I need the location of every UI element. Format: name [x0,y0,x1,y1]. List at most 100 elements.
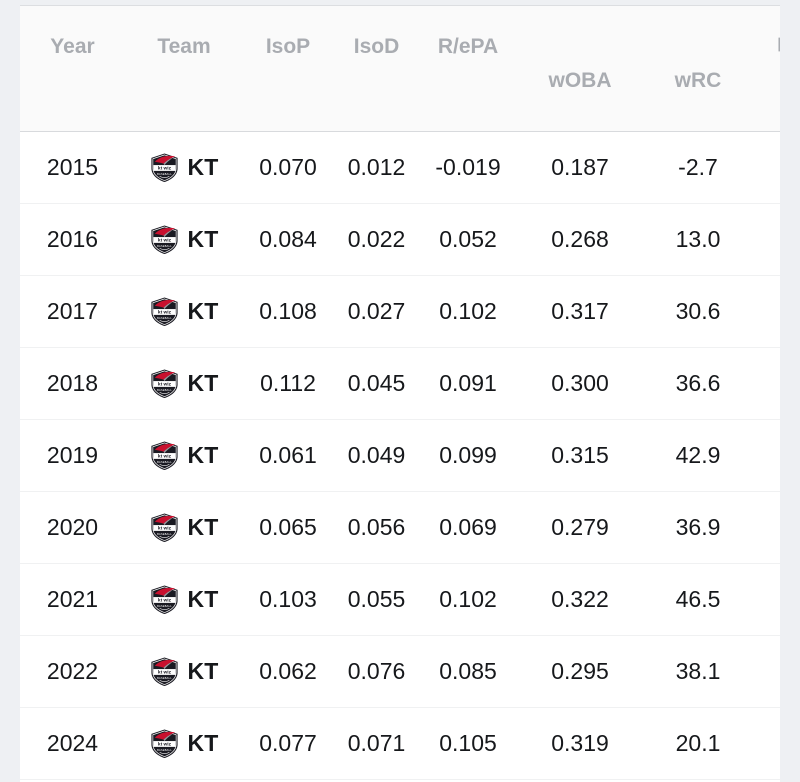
team-season-stats-table: Year Team IsoP IsoD R/ePA wOBA wRC 2015 kt wiz B… [20,6,780,780]
column-header-isod[interactable]: IsoD [333,6,420,132]
team-cell: kt wiz BASEBALL KT [125,563,243,636]
column-header-label: IsoD [353,34,400,58]
kt-wiz-logo-icon: kt wizBASEBALL [151,369,179,399]
table-row[interactable]: 2017 kt wiz BASEBALL KT 0.108 0.027 0.102 0.317… [20,275,780,348]
cell-wrc: 42.9 [644,419,752,492]
row-spacer [752,275,780,348]
column-header-woba[interactable]: wOBA [516,6,644,132]
team-abbreviation: KT [187,442,219,468]
svg-text:BASEBALL: BASEBALL [158,749,173,752]
team-cell-inner: kt wiz BASEBALL KT [125,512,243,543]
svg-text:BASEBALL: BASEBALL [158,317,173,320]
cell-isop: 0.077 [243,707,333,780]
column-header-isop[interactable]: IsoP [243,6,333,132]
cell-woba: 0.322 [516,563,644,636]
cell-woba: 0.295 [516,635,644,708]
cell-year: 2021 [20,563,125,636]
table-row[interactable]: 2016 kt wiz BASEBALL KT 0.084 0.022 0.052 0.268… [20,203,780,276]
column-header-label: wRC [674,68,722,92]
svg-text:kt wiz: kt wiz [158,238,172,244]
cell-woba: 0.279 [516,491,644,564]
cell-wrc: 38.1 [644,635,752,708]
cell-isop: 0.061 [243,419,333,492]
cell-woba: 0.187 [516,131,644,204]
table-header: Year Team IsoP IsoD R/ePA wOBA wRC [20,6,780,132]
cell-wrc: 46.5 [644,563,752,636]
cell-year: 2022 [20,635,125,708]
cell-woba: 0.319 [516,707,644,780]
kt-wiz-logo-icon: kt wizBASEBALL [151,297,179,327]
team-cell: kt wiz BASEBALL KT [125,347,243,420]
cell-isop: 0.103 [243,563,333,636]
cell-year: 2020 [20,491,125,564]
team-cell-inner: kt wiz BASEBALL KT [125,728,243,759]
team-abbreviation: KT [187,370,219,396]
team-cell: kt wiz BASEBALL KT [125,203,243,276]
table-row[interactable]: 2015 kt wiz BASEBALL KT 0.070 0.012 -0.019 0.18… [20,131,780,204]
table-row[interactable]: 2018 kt wiz BASEBALL KT 0.112 0.045 0.091 0.300… [20,347,780,420]
team-cell-inner: kt wiz BASEBALL KT [125,584,243,615]
svg-text:kt wiz: kt wiz [158,454,172,460]
svg-text:kt wiz: kt wiz [158,526,172,532]
svg-text:BASEBALL: BASEBALL [158,461,173,464]
svg-text:BASEBALL: BASEBALL [158,173,173,176]
kt-wiz-logo-icon: kt wizBASEBALL [151,657,179,687]
table-row[interactable]: 2021 kt wiz BASEBALL KT 0.103 0.055 0.102 0.322… [20,563,780,636]
cell-woba: 0.300 [516,347,644,420]
cell-year: 2015 [20,131,125,204]
cell-woba: 0.315 [516,419,644,492]
table-row[interactable]: 2020 kt wiz BASEBALL KT 0.065 0.056 0.069 0.279… [20,491,780,564]
cell-repa: 0.099 [420,419,516,492]
team-cell-inner: kt wiz BASEBALL KT [125,296,243,327]
cell-isod: 0.027 [333,275,420,348]
cell-year: 2016 [20,203,125,276]
team-abbreviation: KT [187,154,219,180]
svg-text:BASEBALL: BASEBALL [158,605,173,608]
column-header-wrc[interactable]: wRC [644,6,752,132]
row-spacer [752,419,780,492]
team-cell: kt wiz BASEBALL KT [125,635,243,708]
team-cell: kt wiz BASEBALL KT [125,419,243,492]
kt-wiz-logo-icon: kt wizBASEBALL [151,441,179,471]
table-row[interactable]: 2022 kt wiz BASEBALL KT 0.062 0.076 0.085 0.295… [20,635,780,708]
cell-wrc: 13.0 [644,203,752,276]
page-root: 타 YearTeamIsoPIsoDR/ePAwOBAwRC 2015kt wi… [0,0,800,782]
cell-isod: 0.045 [333,347,420,420]
team-abbreviation: KT [187,586,219,612]
cell-isop: 0.084 [243,203,333,276]
column-header-repa[interactable]: R/ePA [420,6,516,132]
cell-wrc: 36.9 [644,491,752,564]
team-cell: kt wiz BASEBALL KT [125,275,243,348]
svg-text:BASEBALL: BASEBALL [158,533,173,536]
svg-text:kt wiz: kt wiz [158,166,172,172]
column-header-year[interactable]: Year [20,6,125,132]
svg-text:kt wiz: kt wiz [158,742,172,748]
cell-isod: 0.071 [333,707,420,780]
kt-wiz-logo-icon: kt wizBASEBALL [151,513,179,543]
svg-text:kt wiz: kt wiz [158,670,172,676]
cell-repa: 0.052 [420,203,516,276]
cell-isod: 0.012 [333,131,420,204]
table-row[interactable]: 2019 kt wiz BASEBALL KT 0.061 0.049 0.099 0.315… [20,419,780,492]
cell-isod: 0.056 [333,491,420,564]
row-spacer [752,131,780,204]
column-header-team[interactable]: Team [125,6,243,132]
row-spacer [752,491,780,564]
cell-year: 2019 [20,419,125,492]
team-abbreviation: KT [187,730,219,756]
cell-year: 2024 [20,707,125,780]
table-header-row: Year Team IsoP IsoD R/ePA wOBA wRC [20,6,780,132]
team-abbreviation: KT [187,226,219,252]
cell-isop: 0.065 [243,491,333,564]
cell-isop: 0.070 [243,131,333,204]
cell-year: 2018 [20,347,125,420]
cell-repa: 0.102 [420,275,516,348]
svg-text:BASEBALL: BASEBALL [158,677,173,680]
table-row[interactable]: 2024 kt wiz BASEBALL KT 0.077 0.071 0.105 0.319… [20,707,780,780]
row-spacer [752,347,780,420]
row-spacer [752,635,780,708]
row-spacer [752,203,780,276]
team-abbreviation: KT [187,298,219,324]
team-cell: kt wiz BASEBALL KT [125,131,243,204]
cell-isop: 0.112 [243,347,333,420]
